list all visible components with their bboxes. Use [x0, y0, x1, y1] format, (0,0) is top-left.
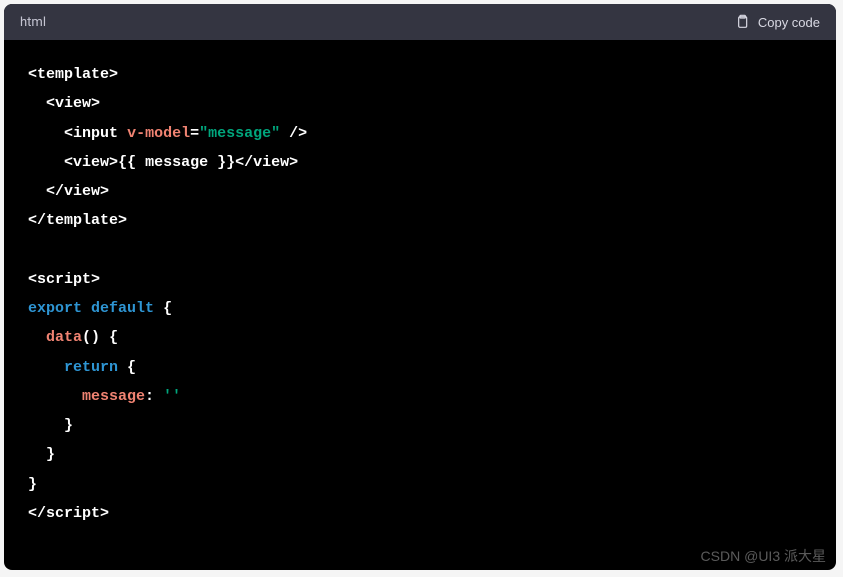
- code-line: <view>: [28, 89, 812, 118]
- code-line: <script>: [28, 265, 812, 294]
- code-line: message: '': [28, 382, 812, 411]
- copy-code-button[interactable]: Copy code: [734, 14, 820, 30]
- code-line: }: [28, 411, 812, 440]
- code-line: }: [28, 470, 812, 499]
- code-header: html Copy code: [4, 4, 836, 40]
- code-line: [28, 236, 812, 265]
- language-label: html: [20, 15, 46, 30]
- code-line: }: [28, 440, 812, 469]
- copy-code-label: Copy code: [758, 15, 820, 30]
- code-line: export default {: [28, 294, 812, 323]
- code-content: <template> <view> <input v-model="messag…: [4, 40, 836, 548]
- code-line: <input v-model="message" />: [28, 119, 812, 148]
- code-line: </template>: [28, 206, 812, 235]
- code-line: <template>: [28, 60, 812, 89]
- code-line: return {: [28, 353, 812, 382]
- code-line: <view>{{ message }}</view>: [28, 148, 812, 177]
- code-line: data() {: [28, 323, 812, 352]
- code-line: </script>: [28, 499, 812, 528]
- code-block: html Copy code <template> <view> <input …: [4, 4, 836, 570]
- watermark: CSDN @UI3 派大星: [701, 546, 826, 566]
- code-line: </view>: [28, 177, 812, 206]
- clipboard-icon: [734, 14, 750, 30]
